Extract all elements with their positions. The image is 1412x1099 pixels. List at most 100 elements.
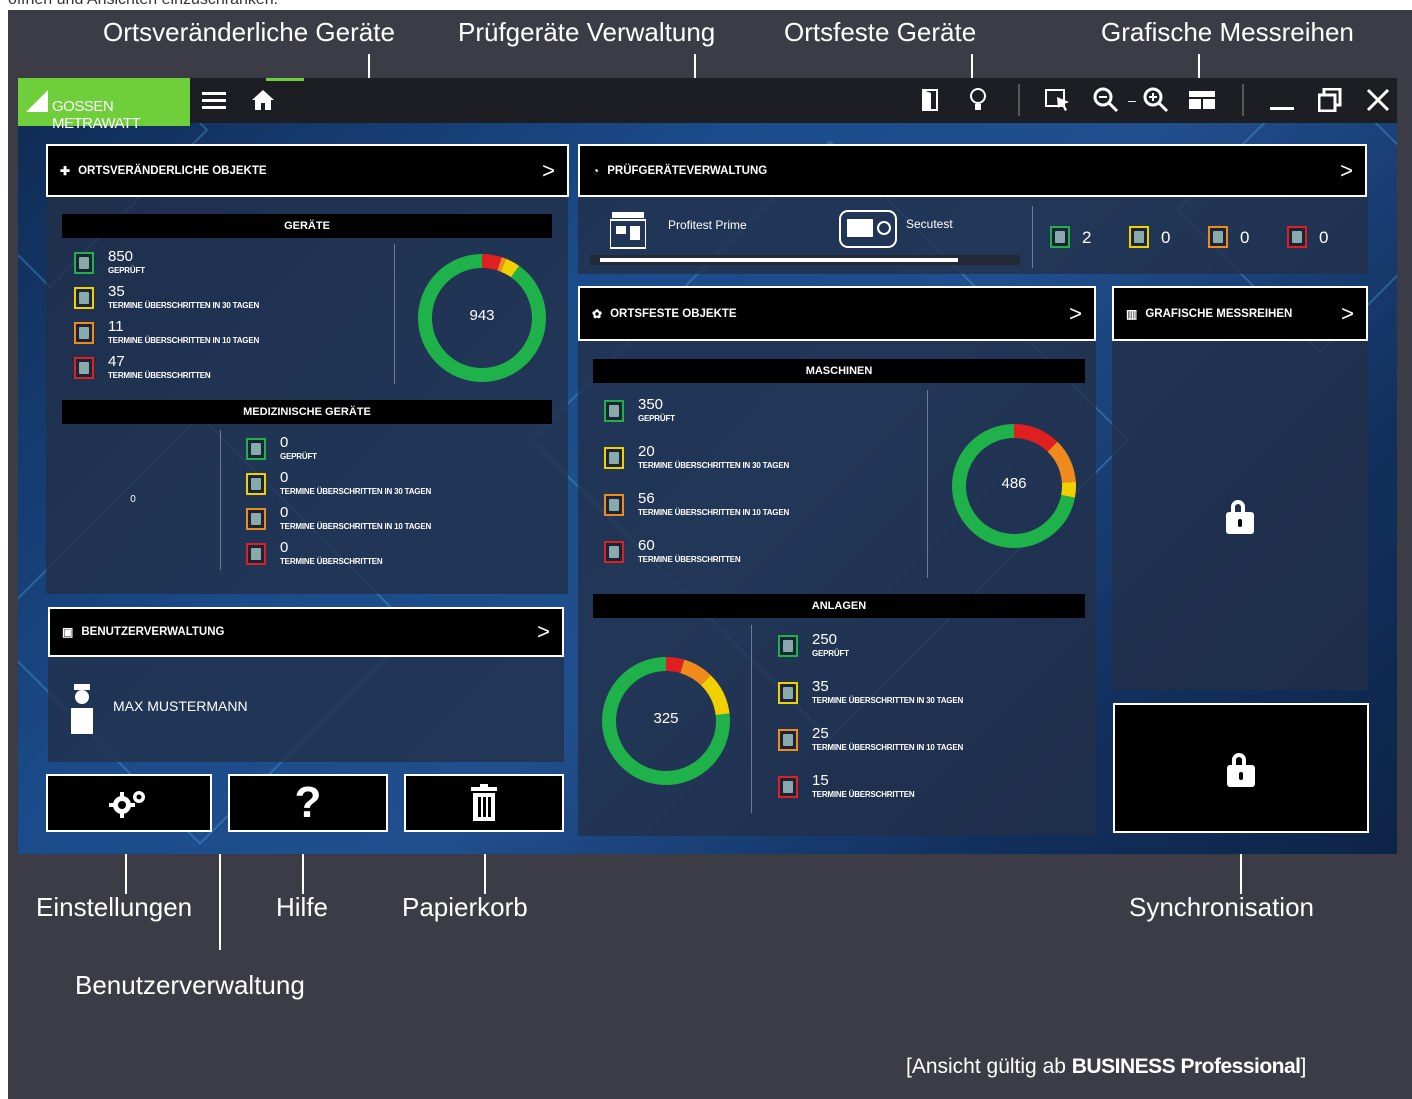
callout-einstellungen: Einstellungen [36,892,193,922]
stat-label: TERMINE ÜBERSCHRITTEN IN 10 TAGEN [638,508,790,517]
stat-label: GEPRÜFT [638,414,675,423]
profitest-device-icon [609,212,647,255]
callout-ortsveraenderliche: Ortsveränderliche Geräte [103,17,395,47]
benutzer-header[interactable]: ▣ BENUTZERVERWALTUNG > [48,607,564,657]
stat-value: 60 [638,537,655,554]
app-window: GOSSEN METRAWATT – ✚ ORTSVERÄNDERLICHE O… [18,78,1397,854]
help-button[interactable]: ? [228,774,388,832]
sync-button[interactable] [1113,703,1369,833]
device-secutest[interactable]: Secutest [906,217,953,231]
stat-value: 0 [280,434,289,451]
trash-button[interactable] [404,774,564,832]
calendar-status-icon [1129,226,1149,248]
stat-label: GEPRÜFT [812,649,849,658]
zoom-in-icon[interactable] [1142,86,1170,114]
device-profitest[interactable]: Profitest Prime [668,218,747,232]
stat-value: 0 [280,504,289,521]
anlagen-subheader: ANLAGEN [593,594,1085,618]
zoom-out-icon[interactable] [1092,86,1120,114]
anlagen-total: 325 [653,710,679,727]
chevron-right-icon: > [1069,300,1082,326]
calendar-status-icon [604,400,624,422]
stat-value: 15 [812,772,829,789]
calendar-status-icon [74,252,94,274]
gossen-metrawatt-logo: GOSSEN METRAWATT [18,78,190,132]
chevron-right-icon: > [1340,157,1353,183]
ortsveraenderliche-header[interactable]: ✚ ORTSVERÄNDERLICHE OBJEKTE > [46,144,569,197]
stat-value: 56 [638,490,655,507]
stat-value: 0 [280,469,289,486]
stat-label: TERMINE ÜBERSCHRITTEN [108,371,211,380]
calendar-status-icon [74,357,94,379]
stat-value: 350 [638,396,664,413]
device-count: 0 [1319,228,1329,247]
close-icon[interactable] [1364,86,1392,114]
stat-value: 250 [812,631,838,648]
device-count: 2 [1082,228,1092,247]
calendar-status-icon [246,473,266,495]
plug-icon: ✚ [60,163,71,178]
calendar-status-icon [246,438,266,460]
stat-label: GEPRÜFT [108,266,145,275]
cropped-caption: öffnen und Ansichten einzuschränken. [0,0,1412,10]
scrollbar-thumb[interactable] [600,258,958,262]
calendar-status-icon [604,541,624,563]
callout-ortsfeste: Ortsfeste Geräte [784,17,977,47]
stat-value: 47 [108,353,125,370]
user-name: MAX MUSTERMANN [113,698,248,714]
device-count: 0 [1161,228,1171,247]
stat-value: 11 [108,318,124,335]
cog-icon: ✿ [592,306,603,321]
calendar-status-icon [1287,226,1307,248]
stat-value: 35 [812,678,829,695]
calendar-status-icon [604,494,624,516]
trash-icon [471,784,497,821]
device-scrollbar[interactable] [590,255,1020,265]
grafisch-header[interactable]: ▥ GRAFISCHE MESSREIHEN > [1112,286,1368,341]
pruef-header[interactable]: ◔ PRÜFGERÄTEVERWALTUNG > [578,144,1367,197]
callout-hilfe: Hilfe [276,892,329,922]
callout-papierkorb: Papierkorb [402,892,528,922]
stat-label: TERMINE ÜBERSCHRITTEN IN 30 TAGEN [638,461,790,470]
lightbulb-icon[interactable] [964,86,992,114]
calendar-status-icon [246,543,266,565]
calendar-status-icon [74,287,94,309]
edition-note: [Ansicht gültig ab BUSINESS Professional… [906,1055,1307,1078]
settings-button[interactable] [46,774,212,832]
bar-chart-icon: ▥ [1126,306,1138,321]
select-cursor-icon[interactable] [1044,86,1072,114]
gear-icon [109,791,145,818]
geraete-total: 943 [469,307,495,324]
medizinische-subheader: MEDIZINISCHE GERÄTE [62,400,552,424]
restore-icon[interactable] [1316,86,1344,114]
chevron-right-icon: > [537,619,550,644]
calendar-status-icon [1050,226,1070,248]
medizinische-total: 0 [130,494,136,505]
calendar-status-icon [74,322,94,344]
minimize-icon[interactable] [1268,86,1296,114]
stat-label: TERMINE ÜBERSCHRITTEN IN 10 TAGEN [812,743,964,752]
menu-icon[interactable] [200,86,228,114]
stat-value: 25 [812,725,829,742]
maschinen-total: 486 [1001,475,1027,492]
callout-grafische: Grafische Messreihen [1101,17,1354,47]
calendar-icon: ▣ [62,625,74,639]
stat-label: TERMINE ÜBERSCHRITTEN [638,555,741,564]
secutest-device-icon [839,210,897,253]
ortsfeste-header[interactable]: ✿ ORTSFESTE OBJEKTE > [578,286,1096,341]
stat-label: TERMINE ÜBERSCHRITTEN IN 10 TAGEN [108,336,260,345]
stat-label: TERMINE ÜBERSCHRITTEN IN 30 TAGEN [108,301,260,310]
door-icon[interactable] [916,86,944,114]
callout-pruefgeraete: Prüfgeräte Verwaltung [458,17,716,47]
home-icon[interactable] [249,86,277,114]
stat-label: TERMINE ÜBERSCHRITTEN [280,557,383,566]
calendar-status-icon [1208,226,1228,248]
stat-label: TERMINE ÜBERSCHRITTEN IN 30 TAGEN [812,696,964,705]
device-count: 0 [1240,228,1250,247]
stat-value: 850 [108,248,134,265]
geraete-subheader: GERÄTE [62,214,552,238]
stat-value: 35 [108,283,125,300]
chevron-right-icon: > [1341,300,1354,326]
layout-icon[interactable] [1188,86,1216,114]
calendar-status-icon [246,508,266,530]
